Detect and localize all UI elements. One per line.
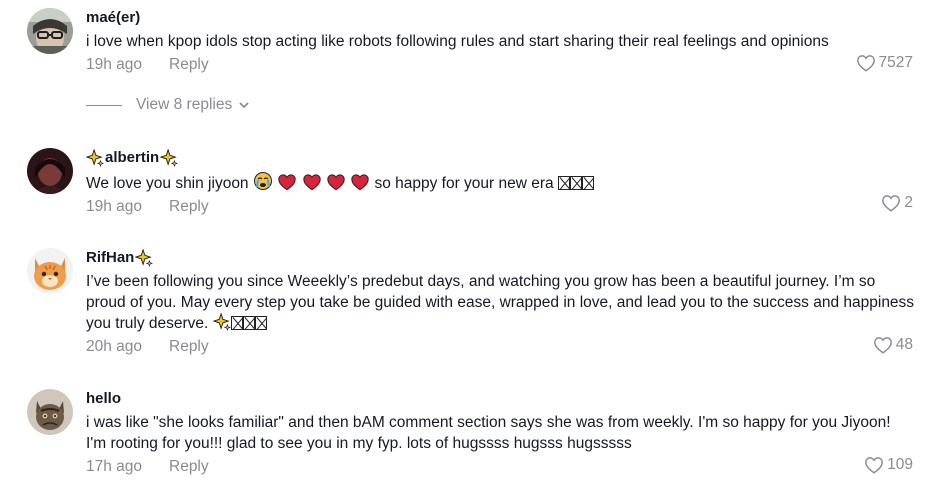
unrendered-glyphs <box>230 315 267 332</box>
like-count: 7527 <box>878 54 913 71</box>
avatar[interactable] <box>27 148 73 194</box>
like-count: 109 <box>887 456 913 473</box>
like-button[interactable]: 7527 <box>856 54 913 72</box>
comment-item: hello i was like "she looks familiar" an… <box>0 387 925 487</box>
comment-text: I’ve been following you since Weeekly’s … <box>86 271 916 334</box>
reply-button[interactable]: Reply <box>169 197 209 217</box>
reply-button[interactable]: Reply <box>169 55 209 75</box>
reply-button[interactable]: Reply <box>169 337 209 357</box>
comment-time: 17h ago <box>86 458 143 475</box>
comment-meta: 19h ago Reply <box>86 197 915 217</box>
sparkle-emoji-icon <box>135 249 154 267</box>
like-button[interactable]: 2 <box>881 194 913 212</box>
comment-time: 19h ago <box>86 56 143 73</box>
view-replies-label: View 8 replies <box>136 96 233 113</box>
heart-outline-icon <box>865 457 884 474</box>
comment-text-suffix: so happy for your new era <box>374 175 554 192</box>
crying-face-emoji-icon <box>253 172 272 190</box>
sparkle-emoji-icon <box>212 313 231 331</box>
heart-outline-icon <box>856 55 875 72</box>
comment-username[interactable]: maé(er) <box>86 8 915 28</box>
heart-outline-icon <box>882 195 901 212</box>
comment-text-prefix: We love you shin jiyoon <box>86 175 249 192</box>
heart-emoji-icon <box>302 174 321 191</box>
like-button[interactable]: 109 <box>864 456 913 474</box>
divider-line <box>86 104 122 106</box>
comment-text: i love when kpop idols stop acting like … <box>86 33 829 50</box>
username-text: albertin <box>105 149 160 166</box>
comment-username[interactable]: hello <box>86 389 915 409</box>
avatar[interactable] <box>27 8 73 54</box>
heart-emoji-icon <box>327 174 345 191</box>
chevron-down-icon <box>239 102 249 109</box>
comment-username[interactable]: RifHan <box>86 248 915 268</box>
comment-text: i was like "she looks familiar" and then… <box>86 414 891 452</box>
comment-text-content: I’ve been following you since Weeekly’s … <box>86 273 915 332</box>
username-text: RifHan <box>86 249 135 266</box>
heart-outline-icon <box>873 337 892 354</box>
sparkle-emoji-icon <box>160 149 179 167</box>
comment-username[interactable]: albertin <box>86 148 915 168</box>
comment-item: maé(er) i love when kpop idols stop acti… <box>0 6 925 96</box>
avatar[interactable] <box>27 248 73 294</box>
comment-time: 20h ago <box>86 338 143 355</box>
like-count: 48 <box>895 336 913 353</box>
comment-item: albertin We love you shin jiyoon so happ… <box>0 146 925 226</box>
comment-text: We love you shin jiyoon so happy for you… <box>86 171 915 194</box>
like-button[interactable]: 48 <box>873 336 913 354</box>
comment-item: RifHan I’ve been following you since Wee… <box>0 246 925 366</box>
comment-meta: 17h ago Reply <box>86 457 915 477</box>
comment-meta: 19h ago Reply <box>86 55 915 75</box>
unrendered-glyphs <box>557 175 594 192</box>
heart-emoji-icon <box>278 174 296 191</box>
heart-emoji-icon <box>351 174 369 191</box>
avatar[interactable] <box>27 389 73 435</box>
reply-button[interactable]: Reply <box>169 457 209 477</box>
comment-time: 19h ago <box>86 198 143 215</box>
sparkle-emoji-icon <box>86 149 104 167</box>
like-count: 2 <box>904 194 913 211</box>
comment-meta: 20h ago Reply <box>86 337 915 357</box>
view-replies-button[interactable]: View 8 replies <box>86 96 250 114</box>
